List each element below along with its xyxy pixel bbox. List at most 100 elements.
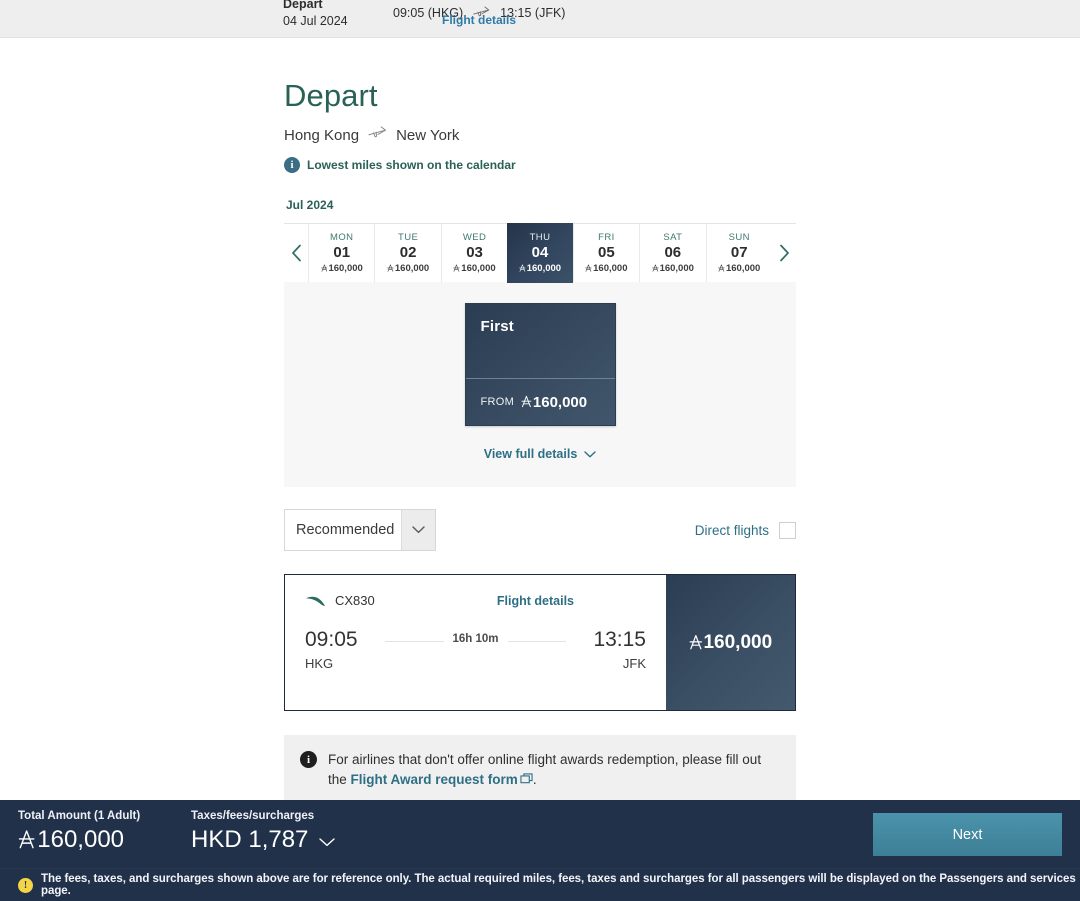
calendar-day-dow: SAT [663, 232, 683, 244]
calendar-day-miles-value: 160,000 [725, 262, 761, 274]
calendar-day-number: 04 [531, 244, 549, 262]
flight-duration-bar: 16h 10m [385, 629, 566, 653]
flight-duration: 16h 10m [443, 633, 508, 645]
award-request-text-after: . [532, 772, 537, 788]
flight-arrival: 13:15 JFK [572, 628, 646, 672]
direct-flights-label: Direct flights [694, 522, 769, 538]
calendar-day-4[interactable]: FRI 05 160,000 [572, 224, 640, 282]
cathay-brushwing-icon [305, 594, 326, 607]
taxes-value: HKD 1,787 [191, 826, 336, 854]
direct-flights-checkbox[interactable] [779, 521, 796, 539]
total-amount-label: Total Amount (1 Adult) [18, 810, 141, 822]
summary-date-block: Depart 04 Jul 2024 [283, 0, 393, 30]
flight-times-row: 09:05 HKG 16h 10m 13:15 JFK [305, 628, 646, 672]
route-summary: Hong Kong New York [284, 126, 796, 144]
award-request-infobox: i For airlines that don't offer online f… [284, 735, 796, 808]
sort-select[interactable]: Recommended [284, 509, 436, 551]
calendar-day-number: 06 [664, 244, 682, 262]
calendar-day-miles: 160,000 [320, 262, 363, 274]
route-origin: Hong Kong [284, 126, 360, 144]
calendar-day-miles: 160,000 [453, 263, 496, 274]
results-filter-row: Recommended Direct flights [284, 509, 796, 551]
info-icon: i [300, 751, 317, 768]
asia-miles-icon [718, 263, 725, 273]
calendar-day-number: 01 [333, 244, 351, 262]
next-button[interactable]: Next [873, 813, 1062, 856]
flight-airline: CX830 [305, 593, 375, 608]
calendar-day-dow: THU [529, 232, 551, 244]
fees-disclaimer-text: The fees, taxes, and surcharges shown ab… [41, 873, 1076, 897]
calendar-day-3-selected[interactable]: THU 04 160,000 [507, 223, 573, 283]
calendar-day-6[interactable]: SUN 07 160,000 [705, 224, 772, 282]
itinerary-summary-bar: Depart 04 Jul 2024 09:05 (HKG) 13:15 (JF… [0, 0, 1080, 38]
calendar-day-miles-value: 160,000 [394, 262, 430, 274]
calendar-day-miles-value: 160,000 [526, 262, 562, 274]
flight-depart-time: 09:05 [305, 628, 358, 651]
flight-details-link[interactable]: Flight details [497, 594, 574, 608]
calendar-day-number: 02 [399, 244, 417, 262]
asia-miles-icon [320, 263, 328, 273]
flight-info: CX830 Flight details 09:05 HKG 16h 10m 1… [285, 575, 666, 710]
cabin-price-value: 160,000 [532, 393, 588, 411]
calendar-day-miles: 160,000 [585, 263, 627, 274]
flight-arrive-time: 13:15 [593, 628, 646, 651]
view-full-details-label: View full details [483, 447, 578, 461]
calendar-day-number: 03 [466, 244, 483, 262]
flight-departure: 09:05 HKG [305, 628, 379, 671]
calendar-day-miles: 160,000 [718, 263, 760, 274]
summary-flight-details-link[interactable]: Flight details [442, 13, 516, 27]
calendar-day-miles-value: 160,000 [659, 262, 694, 274]
fees-disclaimer-bar: ! The fees, taxes, and surcharges shown … [0, 868, 1080, 901]
route-destination: New York [396, 126, 460, 144]
flight-price-value: 160,000 [703, 631, 773, 653]
cabin-card-first[interactable]: First FROM 160,000 [464, 303, 616, 426]
flight-card-header: CX830 Flight details [305, 593, 646, 608]
page-title: Depart [284, 78, 378, 113]
cabin-price: 160,000 [521, 394, 587, 411]
cabin-class-panel: First FROM 160,000 View full details [284, 281, 796, 487]
flight-price: 160,000 [689, 632, 772, 654]
calendar-day-1[interactable]: TUE 02 160,000 [374, 224, 441, 282]
booking-summary-bar: Total Amount (1 Adult) 160,000 Taxes/fee… [0, 800, 1080, 868]
cabin-card-price-row: FROM 160,000 [465, 378, 615, 425]
direct-flights-filter[interactable]: Direct flights [694, 521, 796, 539]
calendar-next-week-button[interactable] [772, 224, 796, 282]
flight-award-request-form-link[interactable]: Flight Award request form [351, 772, 518, 787]
chevron-down-icon[interactable] [319, 826, 336, 854]
calendar-day-dow: SUN [728, 232, 750, 244]
calendar-day-miles-value: 160,000 [593, 262, 628, 274]
calendar-day-miles-value: 160,000 [328, 262, 363, 274]
cabin-class-name: First [480, 318, 515, 335]
calendar-day-number: 05 [598, 244, 615, 262]
calendar-day-dow: TUE [398, 232, 419, 244]
chevron-down-icon[interactable] [401, 510, 435, 550]
lowest-miles-notice-text: Lowest miles shown on the calendar [307, 158, 516, 172]
cabin-card-header: First [466, 304, 615, 378]
calendar-day-dow: WED [462, 232, 487, 244]
asia-miles-icon [519, 263, 526, 273]
calendar-prev-week-button[interactable] [284, 224, 308, 282]
calendar-day-miles: 160,000 [652, 263, 694, 274]
calendar-day-0[interactable]: MON 01 160,000 [308, 224, 375, 282]
asia-miles-icon [453, 263, 461, 273]
total-amount-value: 160,000 [18, 826, 140, 854]
calendar-day-2[interactable]: WED 03 160,000 [440, 224, 508, 282]
flight-result-card[interactable]: CX830 Flight details 09:05 HKG 16h 10m 1… [284, 574, 796, 711]
calendar-day-5[interactable]: SAT 06 160,000 [639, 224, 706, 282]
taxes-block[interactable]: Taxes/fees/surcharges HKD 1,787 [191, 810, 336, 854]
asia-miles-icon [585, 263, 592, 273]
external-link-icon [520, 771, 533, 791]
calendar-month-label: Jul 2024 [286, 198, 334, 212]
airplane-icon [368, 126, 387, 144]
calendar-day-dow: FRI [598, 232, 615, 244]
award-request-text: For airlines that don't offer online fli… [328, 750, 780, 792]
cabin-from-label: FROM [480, 396, 515, 408]
date-calendar: Jul 2024 MON 01 160,000 TUE 02 160,000 W… [284, 198, 796, 283]
taxes-label: Taxes/fees/surcharges [191, 810, 315, 822]
flight-price-panel[interactable]: 160,000 [666, 575, 795, 710]
calendar-day-strip: MON 01 160,000 TUE 02 160,000 WED 03 160… [284, 223, 796, 283]
view-full-details-link[interactable]: View full details [484, 447, 597, 461]
sort-select-value: Recommended [296, 522, 395, 538]
flight-award-booking-page: Depart 04 Jul 2024 09:05 (HKG) 13:15 (JF… [0, 0, 1080, 901]
flight-arrive-airport: JFK [622, 656, 646, 672]
